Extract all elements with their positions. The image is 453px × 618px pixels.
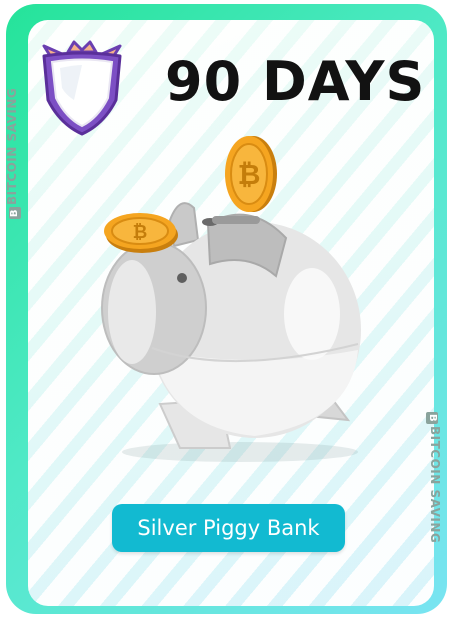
bitcoin-b-icon: B <box>426 412 438 424</box>
bitcoin-coin-icon: ₿ <box>225 136 277 212</box>
bitcoin-b-icon: B <box>9 207 21 219</box>
svg-text:₿: ₿ <box>238 158 261 191</box>
page-title: 90 DAYS <box>165 50 426 113</box>
bitcoin-coin-icon: ₿ <box>104 213 178 253</box>
watermark-left: B BITCOIN SAVING <box>5 88 21 219</box>
item-name-button[interactable]: Silver Piggy Bank <box>112 504 345 552</box>
watermark-left-text: BITCOIN SAVING <box>5 87 19 205</box>
watermark-right: B BITCOIN SAVING <box>426 412 442 543</box>
svg-text:₿: ₿ <box>133 222 148 243</box>
shield-badge-icon <box>42 40 122 136</box>
watermark-right-text: BITCOIN SAVING <box>428 426 442 544</box>
